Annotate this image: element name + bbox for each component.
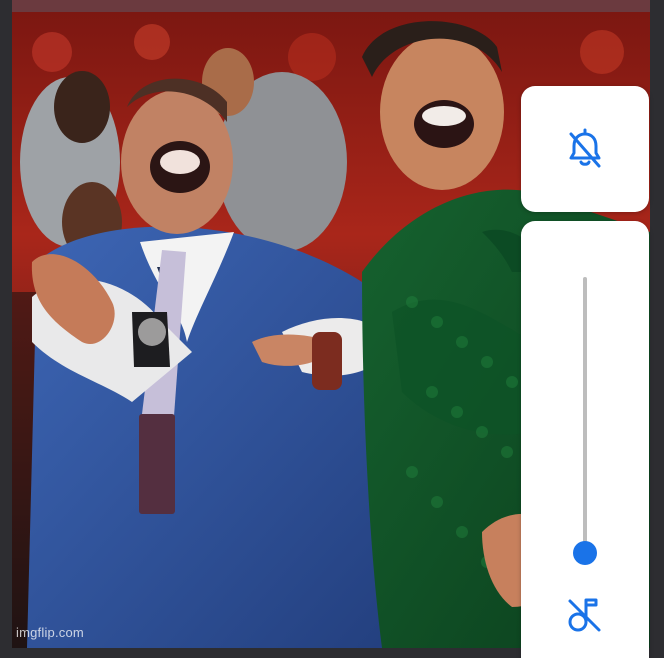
top-strip — [12, 0, 650, 12]
screen: imgflip.com — [0, 0, 664, 658]
bell-off-icon — [569, 128, 601, 168]
volume-slider-track[interactable] — [583, 277, 587, 553]
volume-slider-thumb[interactable] — [573, 541, 597, 565]
imgflip-watermark: imgflip.com — [16, 625, 84, 640]
music-note-off-icon[interactable] — [567, 593, 603, 633]
volume-panel — [521, 221, 649, 658]
mute-toggle-button[interactable] — [521, 86, 649, 212]
